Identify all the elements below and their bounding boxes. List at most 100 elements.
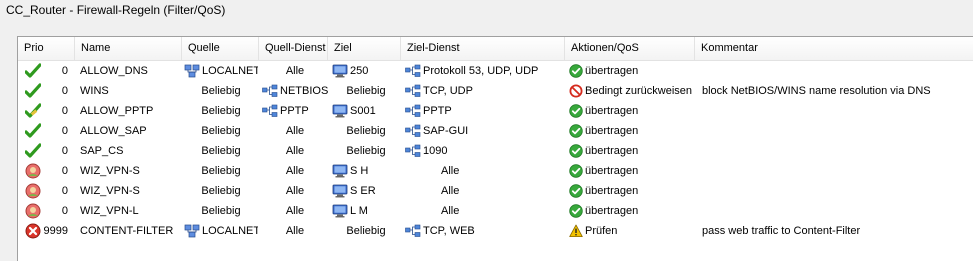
block-icon: [569, 84, 583, 98]
rule-source: Beliebig: [184, 201, 258, 221]
network-icon: [184, 224, 200, 238]
column-header-ziel-dienst[interactable]: Ziel-Dienst: [401, 37, 565, 60]
rule-prio: 0: [61, 105, 68, 117]
rule-destination: Beliebig: [332, 81, 400, 101]
rule-comment: pass web traffic to Content-Filter: [702, 225, 861, 237]
service-icon: [262, 84, 278, 98]
service-icon: [262, 104, 278, 118]
table-row[interactable]: 0 ALLOW_DNS LOCALNET Alle 250 Protokoll 53, U…: [18, 61, 973, 81]
rule-prio: 0: [61, 85, 68, 97]
column-header-aktion[interactable]: Aktionen/QoS: [565, 37, 695, 60]
rule-source: LOCALNET: [184, 221, 258, 241]
rule-destination-service: TCP, UDP: [405, 81, 565, 101]
rule-destination: S ER: [332, 181, 400, 201]
rule-destination: Beliebig: [332, 141, 400, 161]
rule-source-service-text: Alle: [285, 205, 305, 217]
rule-destination-text: L M: [350, 205, 368, 217]
table-header: Prio Name Quelle Quell-Dienst Ziel Ziel-…: [18, 37, 973, 61]
rule-source-text: LOCALNET: [202, 225, 258, 237]
computer-icon: [332, 104, 348, 118]
computer-icon: [332, 164, 348, 178]
rule-action-text: übertragen: [585, 205, 639, 217]
rule-source-service: Alle: [262, 161, 328, 181]
column-header-kommentar[interactable]: Kommentar: [695, 37, 973, 60]
rule-prio: 0: [61, 65, 68, 77]
rule-destination: 250: [332, 61, 400, 81]
service-icon: [405, 104, 421, 118]
ok-circle-icon: [569, 144, 583, 158]
rule-source: Beliebig: [184, 81, 258, 101]
rule-comment: [702, 181, 972, 201]
rule-action: übertragen: [569, 201, 695, 221]
rule-source-service-text: Alle: [285, 145, 305, 157]
rule-destination-text: Beliebig: [346, 85, 386, 97]
rule-prio: 0: [61, 165, 68, 177]
rule-name: WINS: [80, 85, 109, 97]
check-icon: [25, 63, 41, 79]
rule-name: ALLOW_DNS: [80, 65, 148, 77]
rule-prio: 0: [61, 185, 68, 197]
rule-name: CONTENT-FILTER: [80, 225, 174, 237]
vpn-user-icon: [25, 183, 41, 199]
ok-circle-icon: [569, 64, 583, 78]
rule-action-text: übertragen: [585, 65, 639, 77]
rule-destination: Beliebig: [332, 121, 400, 141]
rule-source: Beliebig: [184, 161, 258, 181]
rule-comment: [702, 121, 972, 141]
rule-destination-text: S001: [350, 105, 376, 117]
column-header-prio[interactable]: Prio: [18, 37, 75, 60]
rule-source-text: Beliebig: [201, 185, 241, 197]
column-header-quell-dienst[interactable]: Quell-Dienst: [259, 37, 328, 60]
rule-destination-service-text: TCP, WEB: [423, 225, 475, 237]
computer-icon: [332, 204, 348, 218]
service-icon: [405, 224, 421, 238]
table-row[interactable]: 0 WIZ_VPN-S Beliebig Alle S ER Alle übertragen: [18, 181, 973, 201]
rule-source-text: Beliebig: [201, 205, 241, 217]
rule-source-text: Beliebig: [201, 145, 241, 157]
rule-name: SAP_CS: [80, 145, 124, 157]
rule-action: übertragen: [569, 181, 695, 201]
table-row[interactable]: 0 ALLOW_PPTP Beliebig PPTP S001 PPTP übertrage…: [18, 101, 973, 121]
table-row[interactable]: 0 WINS Beliebig NETBIOS Beliebig TCP, UDP Bedi…: [18, 81, 973, 101]
rule-source-text: LOCALNET: [202, 65, 258, 77]
ok-circle-icon: [569, 184, 583, 198]
rule-source-service-text: Alle: [285, 225, 305, 237]
window-title: CC_Router - Firewall-Regeln (Filter/QoS): [6, 3, 226, 17]
rule-source-service-text: Alle: [285, 165, 305, 177]
table-row[interactable]: 0 WIZ_VPN-S Beliebig Alle S H Alle übertragen: [18, 161, 973, 181]
rule-source: Beliebig: [184, 121, 258, 141]
ok-circle-icon: [569, 164, 583, 178]
rule-source-service-text: Alle: [285, 185, 305, 197]
firewall-rules-table[interactable]: Prio Name Quelle Quell-Dienst Ziel Ziel-…: [17, 36, 973, 261]
column-header-name[interactable]: Name: [75, 37, 182, 60]
ok-circle-icon: [569, 104, 583, 118]
table-row[interactable]: 0 SAP_CS Beliebig Alle Beliebig 1090 übertrage…: [18, 141, 973, 161]
rule-destination-service-text: Alle: [441, 165, 460, 177]
rule-source: LOCALNET: [184, 61, 258, 81]
table-row[interactable]: 0 ALLOW_SAP Beliebig Alle Beliebig SAP-GUI übe…: [18, 121, 973, 141]
service-icon: [405, 64, 421, 78]
table-row[interactable]: 0 WIZ_VPN-L Beliebig Alle L M Alle übertragen: [18, 201, 973, 221]
column-header-ziel[interactable]: Ziel: [328, 37, 401, 60]
rule-name: WIZ_VPN-S: [80, 185, 140, 197]
rule-destination: S001: [332, 101, 400, 121]
column-header-quelle[interactable]: Quelle: [182, 37, 259, 60]
rule-source-service: Alle: [262, 141, 328, 161]
rule-prio: 0: [61, 205, 68, 217]
rule-source-service-text: Alle: [285, 65, 305, 77]
rule-source-service: Alle: [262, 121, 328, 141]
rule-source-service-text: PPTP: [280, 105, 309, 117]
check-icon: [25, 123, 41, 139]
rule-destination: L M: [332, 201, 400, 221]
service-icon: [405, 124, 421, 138]
rule-comment: [702, 201, 972, 221]
service-icon: [405, 84, 421, 98]
rule-destination-service-text: Alle: [441, 205, 460, 217]
rule-destination: S H: [332, 161, 400, 181]
table-row[interactable]: 9999 CONTENT-FILTER LOCALNET Alle Beliebig TC…: [18, 221, 973, 241]
rule-name: WIZ_VPN-L: [80, 205, 139, 217]
service-icon: [405, 144, 421, 158]
rule-action-text: übertragen: [585, 105, 639, 117]
rule-name: WIZ_VPN-S: [80, 165, 140, 177]
rule-source: Beliebig: [184, 141, 258, 161]
